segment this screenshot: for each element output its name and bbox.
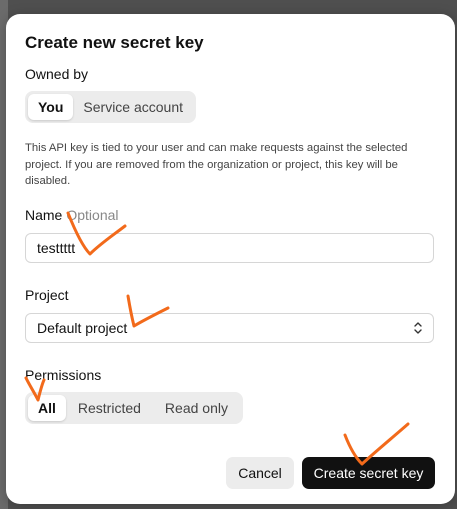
- permissions-label: Permissions: [25, 367, 102, 383]
- dialog-title: Create new secret key: [25, 33, 204, 52]
- name-label: Name Optional: [25, 207, 119, 223]
- chevron-up-down-icon: [414, 322, 422, 334]
- create-secret-key-button[interactable]: Create secret key: [302, 457, 435, 489]
- owned-by-option-service-account[interactable]: Service account: [73, 94, 193, 120]
- api-key-help-text: This API key is tied to your user and ca…: [25, 142, 408, 187]
- owned-by-label: Owned by: [25, 66, 89, 82]
- name-input[interactable]: testtttt: [25, 233, 434, 263]
- project-select-value: Default project: [37, 320, 128, 336]
- create-secret-key-dialog: Create new secret key Owned by You Servi…: [6, 14, 455, 504]
- permissions-toggle: All Restricted Read only: [25, 392, 243, 424]
- permissions-option-restricted[interactable]: Restricted: [66, 395, 153, 421]
- project-label: Project: [25, 287, 69, 303]
- permissions-option-all[interactable]: All: [28, 395, 66, 421]
- owned-by-toggle: You Service account: [25, 91, 197, 123]
- name-label-text: Name: [25, 207, 63, 223]
- optional-hint: Optional: [66, 207, 119, 223]
- owned-by-option-you[interactable]: You: [28, 94, 74, 120]
- permissions-option-read-only[interactable]: Read only: [153, 395, 240, 421]
- cancel-button[interactable]: Cancel: [226, 457, 294, 489]
- project-select[interactable]: Default project: [25, 313, 434, 343]
